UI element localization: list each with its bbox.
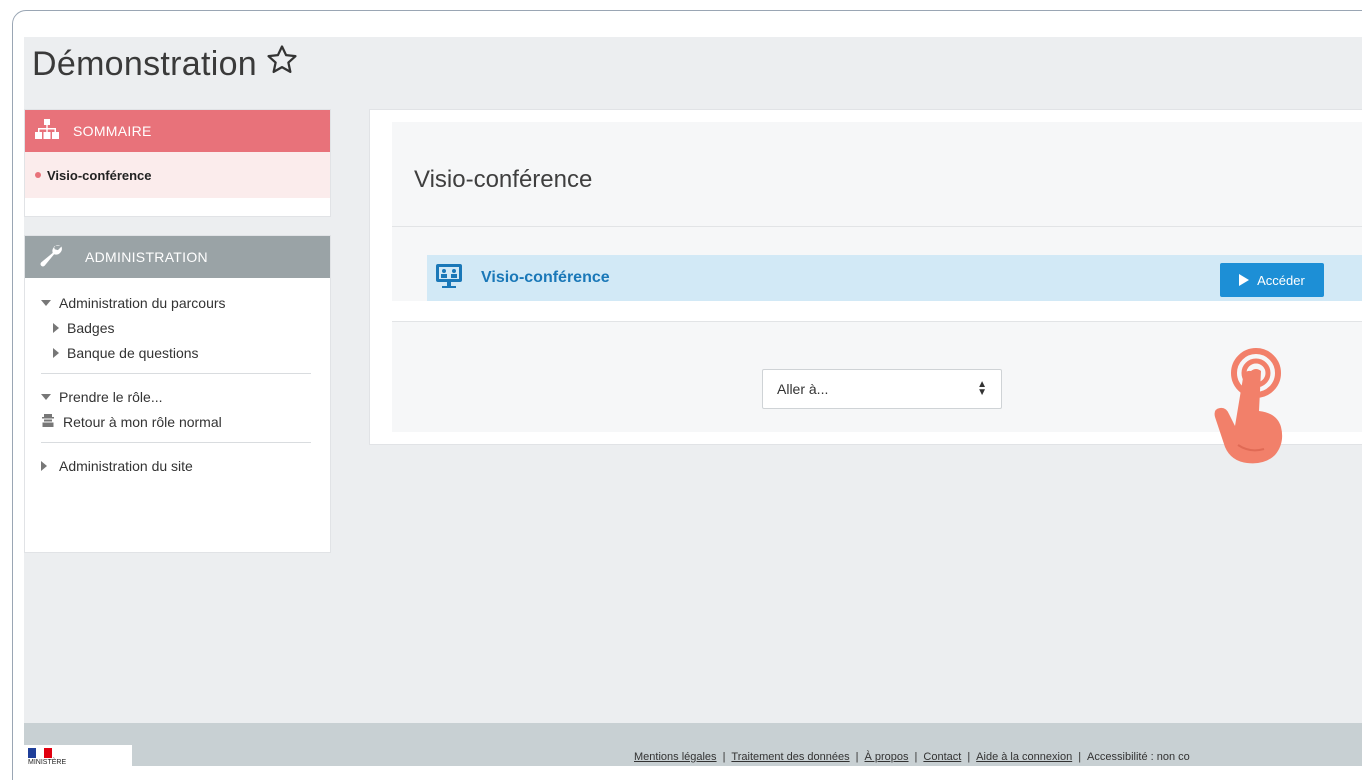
triangle-right-icon: [53, 322, 59, 333]
sommaire-header[interactable]: SOMMAIRE: [25, 110, 330, 152]
section-title: Visio-conférence: [414, 166, 593, 193]
activity-link[interactable]: Visio-conférence: [481, 269, 610, 287]
triangle-down-icon: [41, 393, 51, 400]
site-footer: MINISTÈRE Mentions légales | Traitement de…: [24, 723, 1362, 766]
sort-arrows-icon: ▲ ▼: [977, 379, 987, 398]
sommaire-title: SOMMAIRE: [73, 123, 152, 139]
aide-link[interactable]: Aide à la connexion: [976, 751, 1072, 763]
course-page: Démonstration SOMMAIRE Visio-conférence …: [24, 37, 1362, 765]
star-icon[interactable]: [265, 43, 299, 86]
administration-header[interactable]: ADMINISTRATION: [25, 236, 330, 278]
admin-parcours-item[interactable]: Administration du parcours: [41, 290, 320, 315]
flag-icon: [28, 748, 52, 758]
admin-role-item[interactable]: Prendre le rôle...: [41, 384, 320, 409]
play-icon: [1239, 274, 1250, 286]
sitemap-icon: [35, 118, 59, 144]
jump-to-select[interactable]: Aller à... ▲ ▼: [762, 369, 1002, 409]
triangle-down-icon: [41, 299, 51, 306]
divider: [41, 373, 311, 374]
activity-spacer: [392, 301, 1362, 321]
sommaire-block: SOMMAIRE Visio-conférence: [24, 109, 331, 217]
admin-site-item[interactable]: Administration du site: [41, 453, 320, 478]
acceder-button[interactable]: Accéder: [1220, 263, 1324, 297]
divider: [41, 442, 311, 443]
sommaire-current-item[interactable]: Visio-conférence: [25, 152, 330, 198]
ministry-logo: MINISTÈRE: [24, 745, 132, 766]
user-secret-icon: [41, 413, 55, 430]
apropos-link[interactable]: À propos: [865, 751, 909, 763]
admin-badges-item[interactable]: Badges: [41, 315, 320, 340]
contact-link[interactable]: Contact: [923, 751, 961, 763]
mentions-link[interactable]: Mentions légales: [634, 751, 717, 763]
monitor-icon: [435, 263, 463, 294]
divider: [392, 226, 1362, 227]
admin-banque-item[interactable]: Banque de questions: [41, 340, 320, 365]
triangle-right-icon: [53, 347, 59, 358]
wrench-icon: [39, 244, 65, 271]
activity-row[interactable]: Visio-conférence Accéder: [427, 255, 1362, 301]
page-title: Démonstration: [32, 43, 299, 86]
divider: [392, 321, 1362, 322]
triangle-right-icon: [41, 460, 47, 471]
admin-retour-item[interactable]: Retour à mon rôle normal: [41, 409, 320, 434]
accessibility-text: Accessibilité : non co: [1087, 751, 1190, 763]
bullet-icon: [35, 172, 41, 178]
tap-hand-icon: [1214, 348, 1283, 464]
administration-block: ADMINISTRATION Administration du parcour…: [24, 235, 331, 553]
footer-links: Mentions légales | Traitement des données |…: [634, 751, 1190, 763]
traitement-link[interactable]: Traitement des données: [731, 751, 849, 763]
administration-title: ADMINISTRATION: [85, 249, 208, 265]
